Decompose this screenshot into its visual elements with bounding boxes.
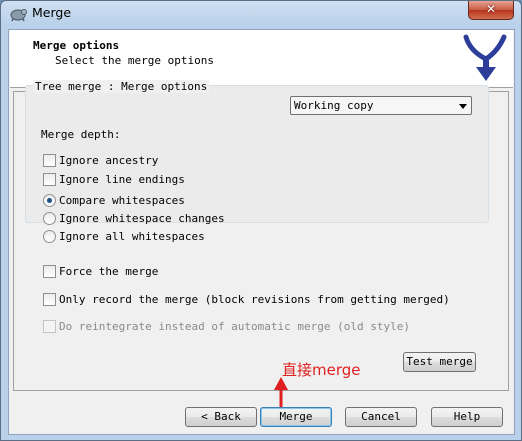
merge-button[interactable]: Merge <box>260 407 332 427</box>
ignore-all-whitespaces-label[interactable]: Ignore all whitespaces <box>59 230 205 243</box>
cancel-button[interactable]: Cancel <box>345 407 417 427</box>
merge-dialog-window: Merge ✕ Merge options Select the merge o… <box>0 0 522 441</box>
test-merge-button[interactable]: Test merge <box>403 352 476 372</box>
ignore-line-endings-checkbox[interactable] <box>43 173 56 186</box>
ignore-whitespace-changes-label[interactable]: Ignore whitespace changes <box>59 212 225 225</box>
ignore-line-endings-label[interactable]: Ignore line endings <box>59 173 185 186</box>
window-title: Merge <box>32 5 72 20</box>
back-button[interactable]: < Back <box>185 407 257 427</box>
compare-whitespaces-label[interactable]: Compare whitespaces <box>59 194 185 207</box>
ignore-whitespace-changes-radio[interactable] <box>43 212 56 225</box>
compare-whitespaces-radio[interactable] <box>43 194 56 207</box>
help-button[interactable]: Help <box>431 407 503 427</box>
tree-merge-group-title: Tree merge : Merge options <box>33 80 210 93</box>
only-record-label[interactable]: Only record the merge (block revisions f… <box>59 293 450 306</box>
ignore-all-whitespaces-radio[interactable] <box>43 230 56 243</box>
page-subtitle: Select the merge options <box>55 54 214 67</box>
tortoise-merge-icon <box>10 9 27 22</box>
close-icon: ✕ <box>485 2 497 16</box>
reintegrate-checkbox <box>43 320 56 333</box>
page-title: Merge options <box>33 39 120 52</box>
merge-depth-value: Working copy <box>294 99 374 112</box>
merge-depth-label: Merge depth: <box>41 128 120 141</box>
reintegrate-label: Do reintegrate instead of automatic merg… <box>59 320 410 333</box>
close-button[interactable]: ✕ <box>468 1 514 20</box>
chevron-down-icon <box>459 104 467 109</box>
merge-depth-label-text: Merge depth: <box>41 128 121 141</box>
title-bar[interactable]: Merge ✕ <box>1 1 521 27</box>
merge-depth-select[interactable]: Working copy <box>290 96 472 115</box>
force-merge-checkbox[interactable] <box>43 265 56 278</box>
only-record-checkbox[interactable] <box>43 293 56 306</box>
ignore-ancestry-label[interactable]: Ignore ancestry <box>59 154 158 167</box>
ignore-ancestry-checkbox[interactable] <box>43 154 56 167</box>
force-merge-label[interactable]: Force the merge <box>59 265 158 278</box>
merge-branch-logo <box>463 34 507 81</box>
annotation-text: 直接merge <box>282 361 361 379</box>
